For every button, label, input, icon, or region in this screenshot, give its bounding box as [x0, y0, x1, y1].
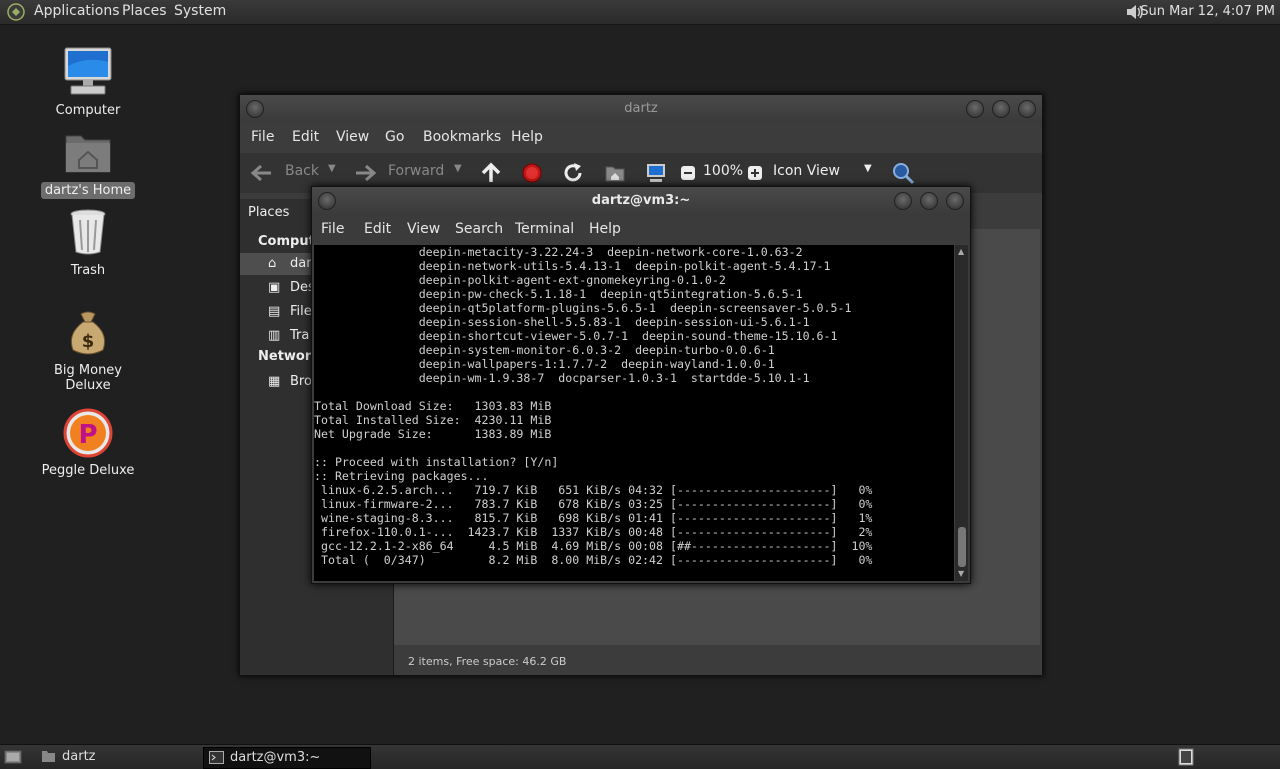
menu-bookmarks[interactable]: Bookmarks	[423, 129, 501, 145]
task-label: dartz	[62, 749, 96, 764]
taskbar-item-terminal[interactable]: dartz@vm3:~	[203, 747, 371, 769]
status-bar: 2 items, Free space: 46.2 GB	[394, 649, 1040, 675]
desktop-icon-home[interactable]: dartz's Home	[33, 126, 143, 199]
desktop-icon-computer[interactable]: Computer	[33, 46, 143, 119]
window-menu-button[interactable]	[318, 192, 336, 210]
forward-button[interactable]: Forward	[388, 163, 444, 179]
file-manager-menubar: File Edit View Go Bookmarks Help	[240, 123, 1042, 153]
desktop-icon-label: Trash	[70, 263, 106, 278]
terminal-window: dartz@vm3:~ File Edit View Search Termin…	[311, 186, 971, 584]
peggle-icon: P	[63, 408, 113, 458]
terminal-menubar: File Edit View Search Terminal Help	[312, 215, 970, 245]
menu-edit[interactable]: Edit	[292, 129, 319, 145]
trash-icon	[70, 209, 106, 255]
forward-arrow-icon[interactable]	[354, 164, 376, 182]
home-icon: ⌂	[268, 256, 277, 271]
back-history-dropdown[interactable]: ▼	[328, 163, 336, 174]
window-menu-button[interactable]	[246, 100, 264, 118]
zoom-level: 100%	[703, 163, 744, 179]
minimize-button[interactable]	[966, 100, 984, 118]
menu-help[interactable]: Help	[511, 129, 543, 145]
scroll-up-arrow[interactable]: ▲	[958, 247, 964, 256]
workspace-switcher-icon[interactable]	[1178, 748, 1194, 766]
desktop-icon-peggle[interactable]: P Peggle Deluxe	[33, 406, 143, 479]
stop-icon[interactable]	[522, 163, 542, 183]
network-icon: ▦	[268, 374, 281, 389]
back-button[interactable]: Back	[285, 163, 319, 179]
status-text: 2 items, Free space: 46.2 GB	[408, 655, 567, 668]
bottom-panel: dartz dartz@vm3:~	[0, 744, 1280, 769]
home-folder-icon	[42, 751, 55, 762]
sidebar-item-label: dar	[290, 256, 312, 271]
sidebar-item-label: File	[290, 304, 312, 319]
menu-view[interactable]: View	[336, 129, 369, 145]
trash-icon: ▥	[268, 328, 281, 343]
desktop-icon-label: dartz's Home	[40, 182, 136, 199]
menu-edit[interactable]: Edit	[364, 221, 391, 237]
system-menu[interactable]: System	[174, 3, 226, 19]
sidebar-item-label: Bro	[290, 374, 312, 389]
menu-search[interactable]: Search	[455, 221, 503, 237]
window-title: dartz@vm3:~	[591, 193, 691, 208]
taskbar-item-dartz[interactable]: dartz	[36, 747, 222, 767]
scrollbar-thumb[interactable]	[958, 527, 966, 567]
computer-icon[interactable]	[645, 162, 667, 184]
terminal-screen[interactable]: deepin-metacity-3.22.24-3 deepin-network…	[314, 245, 954, 581]
close-button[interactable]	[1018, 100, 1036, 118]
view-mode-select[interactable]: Icon View	[773, 163, 840, 179]
forward-history-dropdown[interactable]: ▼	[454, 163, 462, 174]
desktop-icon-label: Peggle Deluxe	[41, 463, 135, 478]
maximize-button[interactable]	[992, 100, 1010, 118]
menu-file[interactable]: File	[321, 221, 344, 237]
maximize-button[interactable]	[920, 192, 938, 210]
sidebar-item-label: Tra	[290, 328, 310, 343]
distro-logo-icon[interactable]	[7, 3, 25, 21]
search-icon[interactable]	[891, 161, 915, 185]
terminal-output: deepin-metacity-3.22.24-3 deepin-network…	[314, 245, 873, 567]
minimize-button[interactable]	[894, 192, 912, 210]
menu-terminal[interactable]: Terminal	[515, 221, 574, 237]
task-label: dartz@vm3:~	[230, 750, 321, 765]
desktop-icon-trash[interactable]: Trash	[33, 206, 143, 279]
view-mode-dropdown[interactable]: ▼	[864, 163, 872, 174]
reload-icon[interactable]	[562, 162, 584, 184]
desktop-icon-label: Computer	[55, 103, 121, 118]
menu-view[interactable]: View	[407, 221, 440, 237]
zoom-out-icon[interactable]	[680, 165, 696, 181]
sidebar-header[interactable]: Places	[248, 205, 289, 220]
terminal-scrollbar[interactable]: ▲ ▼	[955, 245, 968, 581]
desktop-icon-label: Big Money Deluxe	[53, 363, 122, 393]
computer-icon	[64, 47, 112, 95]
menu-help[interactable]: Help	[589, 221, 621, 237]
filesystem-icon: ▤	[268, 304, 281, 319]
up-arrow-icon[interactable]	[481, 162, 501, 184]
zoom-in-icon[interactable]	[747, 165, 763, 181]
terminal-titlebar[interactable]: dartz@vm3:~	[312, 187, 970, 215]
menu-go[interactable]: Go	[385, 129, 404, 145]
menu-file[interactable]: File	[251, 129, 274, 145]
scroll-down-arrow[interactable]: ▼	[958, 569, 964, 578]
home-icon[interactable]	[604, 163, 626, 183]
home-folder-icon	[65, 135, 111, 173]
desktop-folder-icon: ▣	[268, 280, 281, 295]
top-panel: Applications Places System Sun Mar 12, 4…	[0, 0, 1280, 25]
window-title: dartz	[624, 101, 658, 116]
svg-text:$: $	[82, 331, 95, 352]
money-bag-icon: $	[70, 311, 106, 355]
terminal-icon	[209, 751, 224, 764]
close-button[interactable]	[946, 192, 964, 210]
file-manager-titlebar[interactable]: dartz	[240, 95, 1042, 123]
back-arrow-icon[interactable]	[251, 164, 273, 182]
desktop-icon-big-money[interactable]: $ Big Money Deluxe	[33, 306, 143, 394]
applications-menu[interactable]: Applications	[34, 3, 120, 19]
show-desktop-icon[interactable]	[4, 749, 22, 765]
places-menu[interactable]: Places	[122, 3, 167, 19]
clock[interactable]: Sun Mar 12, 4:07 PM	[1140, 4, 1275, 19]
svg-text:P: P	[78, 420, 97, 450]
